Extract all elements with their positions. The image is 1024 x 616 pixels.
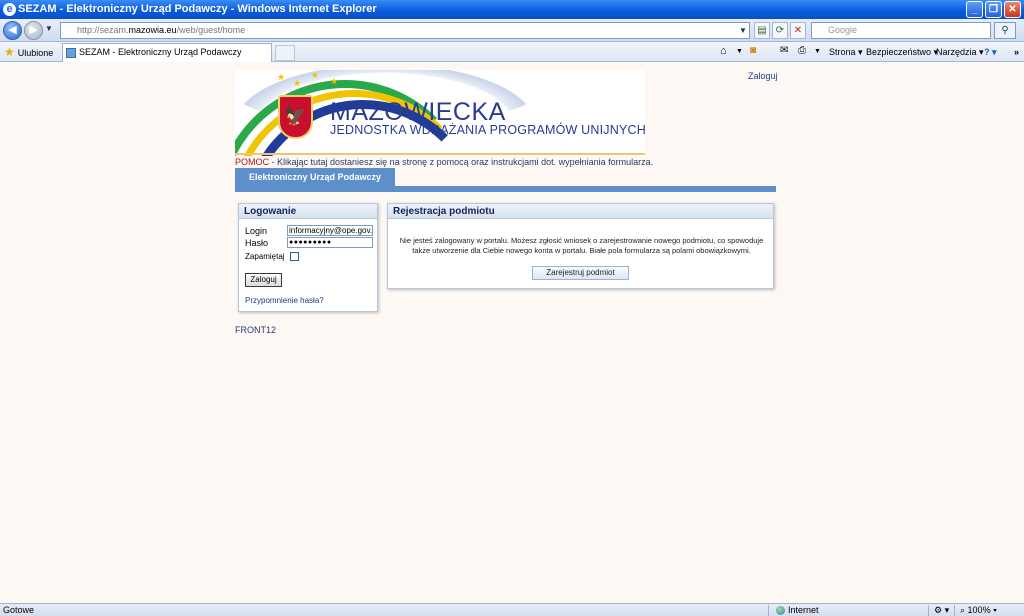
tab-elektroniczny-urzad[interactable]: Elektroniczny Urząd Podawczy <box>235 168 395 187</box>
window-title: SEZAM - Elektroniczny Urząd Podawczy - W… <box>18 3 377 15</box>
page-content: Zaloguj ★ ★ ★ ★ 🦅 MAZOWIECKA JEDNOSTKA W… <box>0 62 1024 603</box>
banner-subtitle: JEDNOSTKA WDRAŻANIA PROGRAMÓW UNIJNYCH <box>330 123 646 137</box>
zoom-level: 100% <box>967 605 991 615</box>
ie-icon: e <box>3 3 16 16</box>
password-label: Hasło <box>245 238 269 248</box>
page-menu-label: Strona <box>829 47 856 57</box>
help-text: - Klikając tutaj dostaniesz się na stron… <box>269 157 654 167</box>
url-domain: mazowia.eu <box>128 25 177 35</box>
globe-icon <box>776 606 785 615</box>
address-dropdown-icon[interactable]: ▼ <box>737 23 749 38</box>
favorites-label: Ulubione <box>17 48 54 58</box>
registration-panel-title: Rejestracja podmiotu <box>388 204 773 219</box>
nav-bar-line <box>235 186 776 192</box>
login-panel-title: Logowanie <box>239 204 377 219</box>
maximize-button[interactable]: ❐ <box>985 1 1002 18</box>
remember-checkbox[interactable] <box>290 252 299 261</box>
eu-star-icon: ★ <box>293 78 302 88</box>
search-icon[interactable]: ⚲ <box>994 22 1016 39</box>
footer-code: FRONT12 <box>235 325 277 335</box>
window-titlebar: e SEZAM - Elektroniczny Urząd Podawczy -… <box>0 0 1024 19</box>
print-dropdown-icon[interactable]: ▼ <box>814 46 821 58</box>
mail-icon[interactable]: ✉ <box>780 45 788 57</box>
safety-menu[interactable]: Bezpieczeństwo ▾ <box>866 46 938 58</box>
star-icon: ★ <box>4 45 15 59</box>
tab-favicon-icon <box>66 48 76 58</box>
registration-info-text: Nie jesteś zalogowany w portalu. Możesz … <box>399 236 764 255</box>
register-entity-button[interactable]: Zarejestruj podmiot <box>532 266 629 280</box>
refresh-icon[interactable]: ⟳ <box>772 22 788 39</box>
chevron-right-icon[interactable]: » <box>1014 46 1019 58</box>
status-divider <box>768 605 769 616</box>
search-input[interactable]: Google <box>811 22 991 39</box>
status-divider <box>928 605 929 616</box>
login-label: Login <box>245 226 268 236</box>
status-bar: Gotowe Internet ⚙ ▾ ⌕ 100% ▾ <box>0 603 1024 616</box>
registration-panel: Rejestracja podmiotu Nie jesteś zalogowa… <box>387 203 774 289</box>
help-prefix: POMOC <box>235 157 270 167</box>
eu-star-icon: ★ <box>311 70 320 80</box>
forgot-password-link[interactable]: Przypomnienie hasła? <box>245 296 324 305</box>
status-text: Gotowe <box>3 605 35 615</box>
favorites-button[interactable]: ★ Ulubione <box>4 45 53 60</box>
protected-mode-icon[interactable]: ⚙ ▾ <box>934 604 949 616</box>
feeds-icon[interactable]: ◙ <box>750 45 756 57</box>
login-button[interactable]: Zaloguj <box>245 273 282 287</box>
coat-of-arms-eagle-icon: 🦅 <box>278 95 313 139</box>
page-menu[interactable]: Strona ▾ <box>829 46 863 58</box>
banner-divider <box>235 153 645 155</box>
back-button[interactable]: ◀ <box>3 21 22 40</box>
help-icon[interactable]: ? ▾ <box>984 46 997 58</box>
status-divider <box>954 605 955 616</box>
url-path: /web/guest/home <box>176 25 246 35</box>
tab-label: SEZAM - Elektroniczny Urząd Podawczy <box>79 47 242 57</box>
home-dropdown-icon[interactable]: ▼ <box>736 46 743 58</box>
new-tab-button[interactable] <box>275 45 295 61</box>
remember-label: Zapamiętaj <box>245 252 285 261</box>
password-input[interactable]: ●●●●●●●●● <box>287 237 373 248</box>
tab-bar: ★ Ulubione SEZAM - Elektroniczny Urząd Po… <box>0 42 1024 62</box>
login-panel: Logowanie Login informacyjny@ope.gov.pl … <box>238 203 378 312</box>
eu-star-icon: ★ <box>330 76 339 86</box>
history-dropdown-icon[interactable]: ▼ <box>45 24 53 33</box>
tab-sezam[interactable]: SEZAM - Elektroniczny Urząd Podawczy <box>62 43 272 62</box>
compatibility-view-icon[interactable]: ▤ <box>754 22 770 39</box>
tools-menu[interactable]: Narzędzia ▾ <box>936 46 984 58</box>
eu-star-icon: ★ <box>277 72 286 82</box>
address-input[interactable]: http://sezam.mazowia.eu/web/guest/home <box>60 22 750 39</box>
url-prefix: http://sezam. <box>77 25 129 35</box>
help-link[interactable]: POMOC - Klikając tutaj dostaniesz się na… <box>235 157 653 167</box>
tools-menu-label: Narzędzia <box>936 47 977 57</box>
login-link[interactable]: Zaloguj <box>748 71 778 81</box>
zone-label: Internet <box>788 605 819 615</box>
print-icon[interactable]: ⎙ <box>798 45 806 57</box>
safety-menu-label: Bezpieczeństwo <box>866 47 932 57</box>
stop-icon[interactable]: ✕ <box>790 22 806 39</box>
close-button[interactable]: ✕ <box>1004 1 1021 18</box>
forward-button[interactable]: ▶ <box>24 21 43 40</box>
zoom-control[interactable]: ⌕ 100% ▾ <box>960 604 997 616</box>
address-toolbar: ◀ ▶ ▼ http://sezam.mazowia.eu/web/guest/… <box>0 19 1024 42</box>
home-icon[interactable]: ⌂ <box>720 45 727 57</box>
login-input[interactable]: informacyjny@ope.gov.pl <box>287 225 373 236</box>
security-zone[interactable]: Internet <box>776 604 819 616</box>
minimize-button[interactable]: _ <box>966 1 983 18</box>
